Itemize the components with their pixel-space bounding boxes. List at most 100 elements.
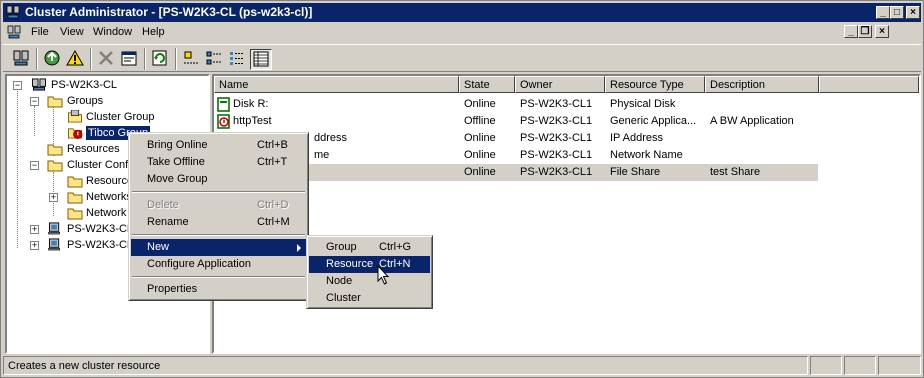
menu-item-label: Configure Application bbox=[147, 258, 251, 270]
details-view-button[interactable] bbox=[250, 49, 272, 70]
cluster-icon bbox=[13, 50, 29, 66]
status-bar: Creates a new cluster resource bbox=[3, 356, 921, 376]
cell-description: test Share bbox=[710, 166, 761, 178]
submenu-item-resource[interactable]: Resource Ctrl+N bbox=[309, 256, 430, 273]
column-header-name[interactable]: Name bbox=[214, 76, 459, 93]
cell-name: httpTest bbox=[233, 115, 272, 127]
column-header-resource-type[interactable]: Resource Type bbox=[605, 76, 705, 93]
tree-label: PS-W2K3-CL bbox=[67, 223, 134, 235]
mdi-close-button[interactable]: × bbox=[875, 25, 889, 38]
cell-type: Generic Applica... bbox=[610, 115, 697, 127]
expand-icon[interactable]: + bbox=[30, 225, 39, 234]
menu-file[interactable]: File bbox=[31, 26, 49, 38]
menu-item-configure-application[interactable]: Configure Application bbox=[131, 256, 306, 273]
delete-button[interactable] bbox=[96, 49, 118, 70]
cell-type: File Share bbox=[610, 166, 661, 178]
collapse-icon[interactable]: − bbox=[13, 81, 22, 90]
menu-item-label: Resource bbox=[326, 258, 374, 270]
cell-state: Offline bbox=[464, 115, 496, 127]
cell-state: Online bbox=[464, 132, 496, 144]
menu-item-accelerator: Ctrl+D bbox=[257, 199, 289, 211]
column-header-state[interactable]: State bbox=[459, 76, 515, 93]
open-connection-button[interactable] bbox=[11, 49, 33, 70]
collapse-icon[interactable]: − bbox=[30, 97, 39, 106]
resource-list-pane[interactable]: Name State Owner Resource Type Descripti… bbox=[212, 74, 921, 354]
tree-line bbox=[34, 106, 36, 136]
menu-separator bbox=[132, 234, 305, 236]
list-view-button[interactable] bbox=[227, 49, 249, 70]
column-header-owner[interactable]: Owner bbox=[515, 76, 605, 93]
menu-view[interactable]: View bbox=[60, 26, 84, 38]
menu-help[interactable]: Help bbox=[142, 26, 165, 38]
menu-item-properties[interactable]: Properties bbox=[131, 281, 306, 298]
bring-online-button[interactable] bbox=[42, 49, 64, 70]
title-bar[interactable]: Cluster Administrator - [PS-W2K3-CL (ps-… bbox=[3, 3, 921, 22]
group-icon bbox=[68, 110, 82, 123]
menu-separator bbox=[132, 276, 305, 278]
cluster-administrator-window: Cluster Administrator - [PS-W2K3-CL (ps-… bbox=[0, 0, 924, 378]
menu-item-move-group[interactable]: Move Group bbox=[131, 171, 306, 188]
menu-item-take-offline[interactable]: Take Offline Ctrl+T bbox=[131, 154, 306, 171]
minimize-button[interactable]: _ bbox=[876, 6, 890, 19]
mdi-minimize-button[interactable]: _ bbox=[844, 25, 858, 38]
status-panel bbox=[878, 356, 921, 375]
column-header-description[interactable]: Description bbox=[705, 76, 819, 93]
list-row[interactable]: Disk R: Online PS-W2K3-CL1 Physical Disk bbox=[214, 96, 818, 113]
mouse-pointer-icon bbox=[377, 265, 390, 285]
cell-name: ddress bbox=[314, 132, 348, 144]
folder-icon bbox=[47, 160, 63, 172]
folder-icon bbox=[67, 176, 83, 188]
refresh-icon bbox=[152, 50, 167, 66]
menu-item-label: Rename bbox=[147, 216, 189, 228]
cell-owner: PS-W2K3-CL1 bbox=[520, 166, 593, 178]
cell-owner: PS-W2K3-CL1 bbox=[520, 149, 593, 161]
collapse-icon[interactable]: − bbox=[30, 161, 39, 170]
expand-icon[interactable]: + bbox=[30, 241, 39, 250]
context-menu: Bring Online Ctrl+B Take Offline Ctrl+T … bbox=[128, 132, 309, 301]
menu-item-rename[interactable]: Rename Ctrl+M bbox=[131, 214, 306, 231]
menu-item-new[interactable]: New bbox=[131, 239, 306, 256]
properties-button[interactable] bbox=[119, 49, 141, 70]
status-panel bbox=[810, 356, 842, 375]
delete-icon bbox=[99, 51, 113, 65]
cluster-icon[interactable] bbox=[6, 5, 20, 19]
tree-label: Groups bbox=[67, 95, 104, 107]
folder-icon bbox=[67, 208, 83, 220]
new-submenu: Group Ctrl+G Resource Ctrl+N Node Cluste… bbox=[306, 235, 433, 309]
close-button[interactable]: × bbox=[906, 6, 920, 19]
menu-item-bring-online[interactable]: Bring Online Ctrl+B bbox=[131, 137, 306, 154]
submenu-item-node[interactable]: Node bbox=[309, 273, 430, 290]
cell-state: Online bbox=[464, 166, 496, 178]
menu-item-delete: Delete Ctrl+D bbox=[131, 197, 306, 214]
status-text: Creates a new cluster resource bbox=[3, 356, 808, 375]
folder-icon bbox=[47, 96, 63, 108]
mdi-restore-button[interactable]: ❐ bbox=[858, 25, 872, 38]
maximize-button[interactable]: □ bbox=[890, 6, 904, 19]
refresh-button[interactable] bbox=[150, 49, 172, 70]
mdi-document-icon[interactable] bbox=[7, 25, 21, 39]
minimize-icon: _ bbox=[848, 26, 854, 37]
cell-owner: PS-W2K3-CL1 bbox=[520, 98, 593, 110]
menu-item-label: New bbox=[147, 241, 170, 253]
tree-label: Cluster Group bbox=[86, 111, 155, 123]
toolbar-separator bbox=[90, 48, 92, 70]
submenu-item-cluster[interactable]: Cluster bbox=[309, 290, 430, 307]
toolbar-separator bbox=[36, 48, 38, 70]
large-icons-button[interactable] bbox=[181, 49, 203, 70]
cell-description: A BW Application bbox=[710, 115, 794, 127]
list-row[interactable]: httpTest Offline PS-W2K3-CL1 Generic App… bbox=[214, 113, 818, 130]
menu-window[interactable]: Window bbox=[93, 26, 132, 38]
menu-item-accelerator: Ctrl+M bbox=[257, 216, 290, 228]
take-offline-button[interactable] bbox=[65, 49, 87, 70]
folder-icon bbox=[67, 192, 83, 204]
close-icon: × bbox=[879, 26, 885, 37]
window-title: Cluster Administrator - [PS-W2K3-CL (ps-… bbox=[25, 5, 313, 19]
menu-item-accelerator: Ctrl+B bbox=[257, 139, 288, 151]
tree-label: Resource bbox=[86, 175, 134, 187]
restore-icon: ❐ bbox=[860, 26, 870, 37]
submenu-item-group[interactable]: Group Ctrl+G bbox=[309, 239, 430, 256]
status-panel bbox=[844, 356, 876, 375]
tree-line bbox=[17, 88, 19, 248]
expand-icon[interactable]: + bbox=[49, 193, 58, 202]
small-icons-button[interactable] bbox=[204, 49, 226, 70]
